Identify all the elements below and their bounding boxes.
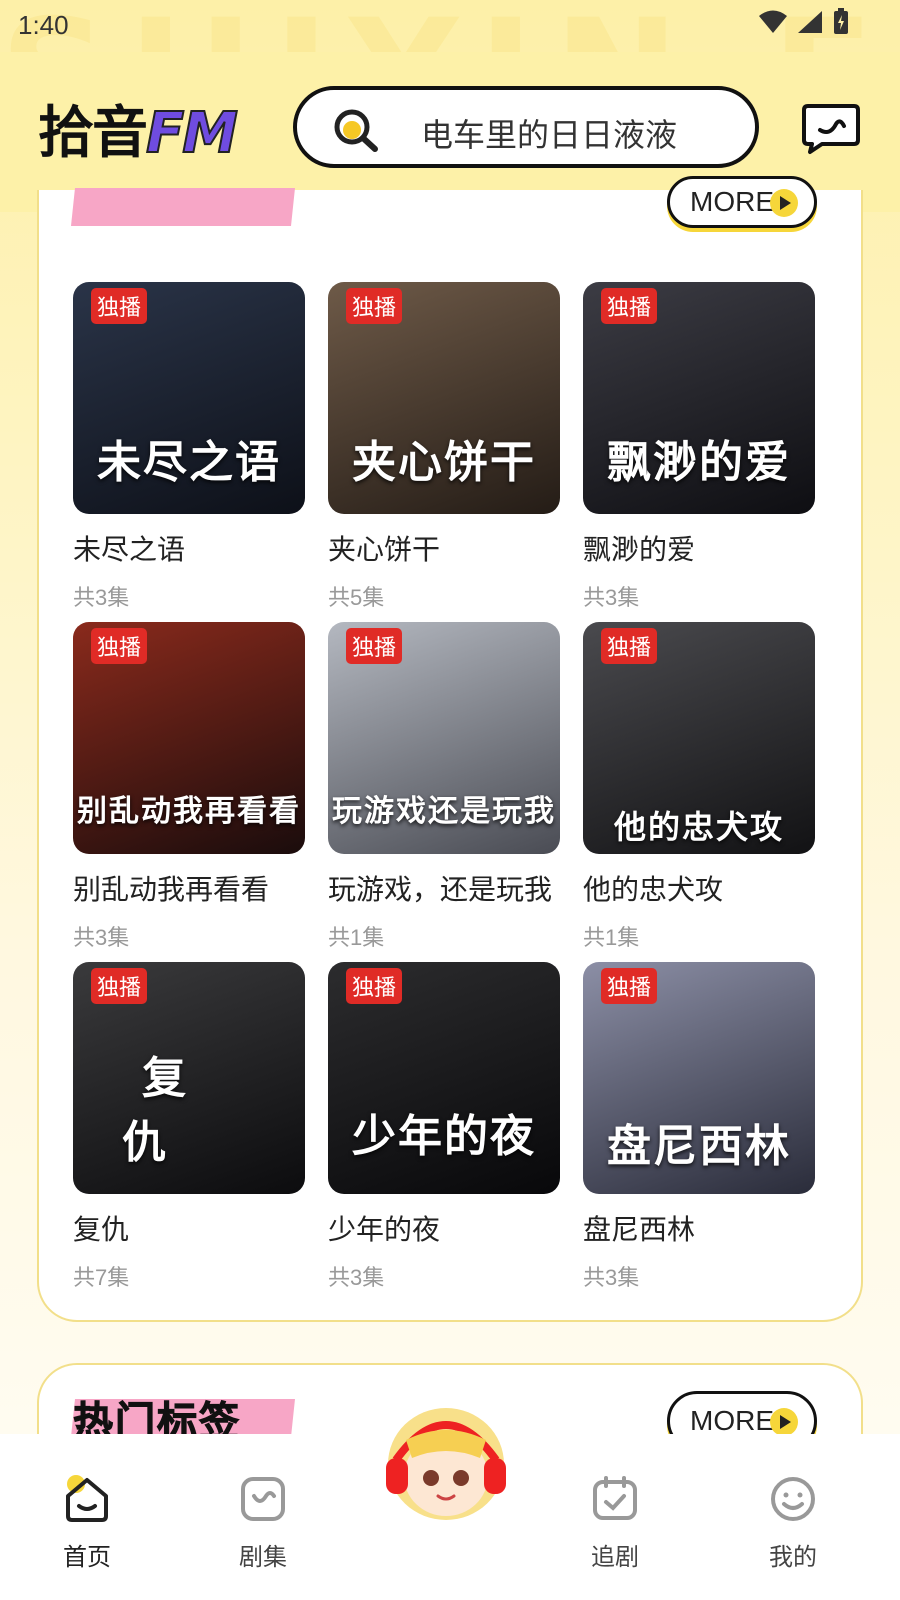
app-logo: 拾音FM [38,100,239,167]
search-placeholder: 电车里的日日液液 [421,117,678,153]
drama-title: 玩游戏，还是玩我 [328,874,553,905]
episode-count: 共1集 [328,925,385,950]
drama-item[interactable]: 独播 玩游戏还是玩我 玩游戏，还是玩我 共1集 [328,622,560,952]
tab-mine[interactable]: 我的 [748,1474,838,1572]
tab-label: 我的 [769,1544,817,1571]
tab-label: 剧集 [239,1544,287,1571]
message-icon[interactable] [802,102,860,156]
episode-count: 共5集 [328,585,385,610]
drama-item[interactable]: 独播 别乱动我再看看 别乱动我再看看 共3集 [73,622,305,952]
exclusive-section: MORE 独播 未尽之语 未尽之语 共3集 独播 夹心饼干 夹心饼干 共5集 独… [37,176,863,1322]
exclusive-badge: 独播 [346,288,403,324]
exclusive-badge: 独播 [346,968,403,1004]
exclusive-badge: 独播 [601,628,658,664]
tab-home[interactable]: 首页 [42,1474,132,1572]
drama-cover[interactable]: 独播 未尽之语 [73,282,305,514]
more-label: MORE [690,1405,774,1436]
title-banner [71,188,295,226]
cover-title: 飘渺的爱 [607,437,791,488]
episode-count: 共3集 [583,1265,640,1290]
episode-count: 共3集 [73,585,130,610]
exclusive-badge: 独播 [91,628,148,664]
tab-label: 追剧 [591,1544,639,1571]
status-time: 1:40 [18,10,69,40]
drama-cover[interactable]: 独播 飘渺的爱 [583,282,815,514]
drama-cover[interactable]: 独播 少年的夜 [328,962,560,1194]
drama-cover[interactable]: 独播 盘尼西林 [583,962,815,1194]
series-icon [241,1477,285,1521]
episode-count: 共1集 [583,925,640,950]
cover-title: 盘尼西林 [607,1121,791,1172]
play-arrow-icon [770,1408,798,1436]
drama-cover[interactable]: 独播 他的忠犬攻 [583,622,815,854]
signal-icon [798,11,822,33]
exclusive-badge: 独播 [601,288,658,324]
drama-title: 他的忠犬攻 [583,874,724,905]
drama-title: 盘尼西林 [583,1214,696,1245]
tab-label: 首页 [63,1544,111,1571]
more-button-exclusive[interactable]: MORE [667,176,817,228]
cover-title: 别乱动我再看看 [77,794,301,829]
drama-item[interactable]: 独播 夹心饼干 夹心饼干 共5集 [328,282,560,612]
home-icon [66,1475,108,1522]
wifi-icon [759,10,787,33]
more-label: MORE [690,186,774,217]
cover-title: 少年的夜 [352,1111,536,1162]
cover-title: 玩游戏还是玩我 [332,794,556,829]
drama-item[interactable]: 独播 盘尼西林 盘尼西林 共3集 [583,962,815,1292]
cover-title: 未尽之语 [97,437,281,488]
tab-follow[interactable]: 追剧 [570,1474,660,1572]
episode-count: 共7集 [73,1265,130,1290]
drama-cover[interactable]: 独播 玩游戏还是玩我 [328,622,560,854]
status-bar: 1:40 [0,0,900,52]
drama-cover[interactable]: 独播 夹心饼干 [328,282,560,514]
episode-count: 共3集 [583,585,640,610]
drama-item[interactable]: 独播 复 仇 复仇 共7集 [73,962,305,1292]
status-icons [758,8,850,36]
search-icon [334,109,378,152]
drama-title: 未尽之语 [73,534,186,565]
cover-title: 复 仇 [122,1053,276,1168]
smiley-icon [771,1477,815,1521]
cover-title: 夹心饼干 [352,437,536,488]
exclusive-badge: 独播 [601,968,658,1004]
cover-title: 他的忠犬攻 [613,808,784,846]
drama-title: 别乱动我再看看 [73,874,270,905]
drama-cover[interactable]: 独播 复 仇 [73,962,305,1194]
drama-title: 复仇 [73,1214,130,1245]
drama-title: 夹心饼干 [328,534,441,565]
drama-title: 飘渺的爱 [583,534,696,565]
search-input[interactable]: 电车里的日日液液 [293,86,759,168]
exclusive-badge: 独播 [91,288,148,324]
mascot-headphone-icon[interactable] [376,1400,516,1540]
play-arrow-icon [770,189,798,217]
battery-icon [834,8,848,34]
exclusive-badge: 独播 [346,628,403,664]
exclusive-badge: 独播 [91,968,148,1004]
drama-title: 少年的夜 [328,1214,441,1245]
drama-item[interactable]: 独播 他的忠犬攻 他的忠犬攻 共1集 [583,622,815,952]
tab-series[interactable]: 剧集 [218,1474,308,1572]
episode-count: 共3集 [328,1265,385,1290]
episode-count: 共3集 [73,925,130,950]
drama-cover[interactable]: 独播 别乱动我再看看 [73,622,305,854]
drama-item[interactable]: 独播 少年的夜 少年的夜 共3集 [328,962,560,1292]
drama-item[interactable]: 独播 未尽之语 未尽之语 共3集 [73,282,305,612]
calendar-icon [593,1476,637,1520]
drama-item[interactable]: 独播 飘渺的爱 飘渺的爱 共3集 [583,282,815,612]
